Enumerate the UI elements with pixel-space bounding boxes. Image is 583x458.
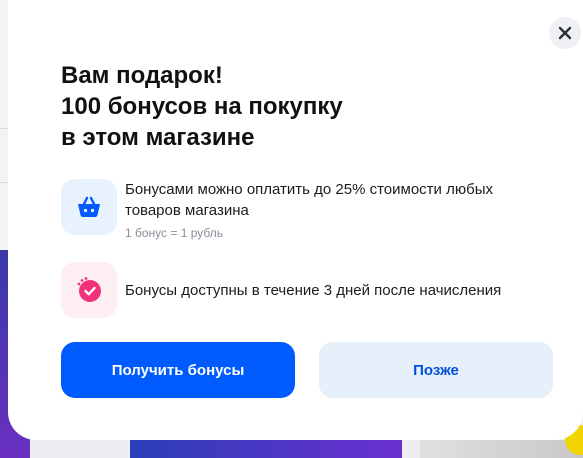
title-line: Вам подарок! <box>61 62 223 89</box>
dialog-title: Вам подарок! 100 бонусов на покупку в эт… <box>61 60 461 153</box>
close-button[interactable] <box>549 17 581 49</box>
feature-item: Бонусами можно оплатить до 25% стоимости… <box>61 179 545 241</box>
title-line: в этом магазине <box>61 124 255 151</box>
feature-text: Бонусы доступны в течение 3 дней после н… <box>125 282 502 299</box>
bonus-dialog: Вам подарок! 100 бонусов на покупку в эт… <box>8 0 583 440</box>
background-banner <box>130 440 402 458</box>
background-banner <box>420 440 583 458</box>
feature-text: Бонусами можно оплатить до 25% стоимости… <box>125 181 493 219</box>
timer-check-icon <box>61 262 117 318</box>
close-icon <box>558 26 572 40</box>
feature-subtext: 1 бонус = 1 рубль <box>125 226 223 240</box>
get-bonuses-button[interactable]: Получить бонусы <box>61 342 295 398</box>
later-button[interactable]: Позже <box>319 342 553 398</box>
basket-icon <box>61 179 117 235</box>
title-line: 100 бонусов на покупку <box>61 93 343 120</box>
feature-item: Бонусы доступны в течение 3 дней после н… <box>61 262 565 318</box>
